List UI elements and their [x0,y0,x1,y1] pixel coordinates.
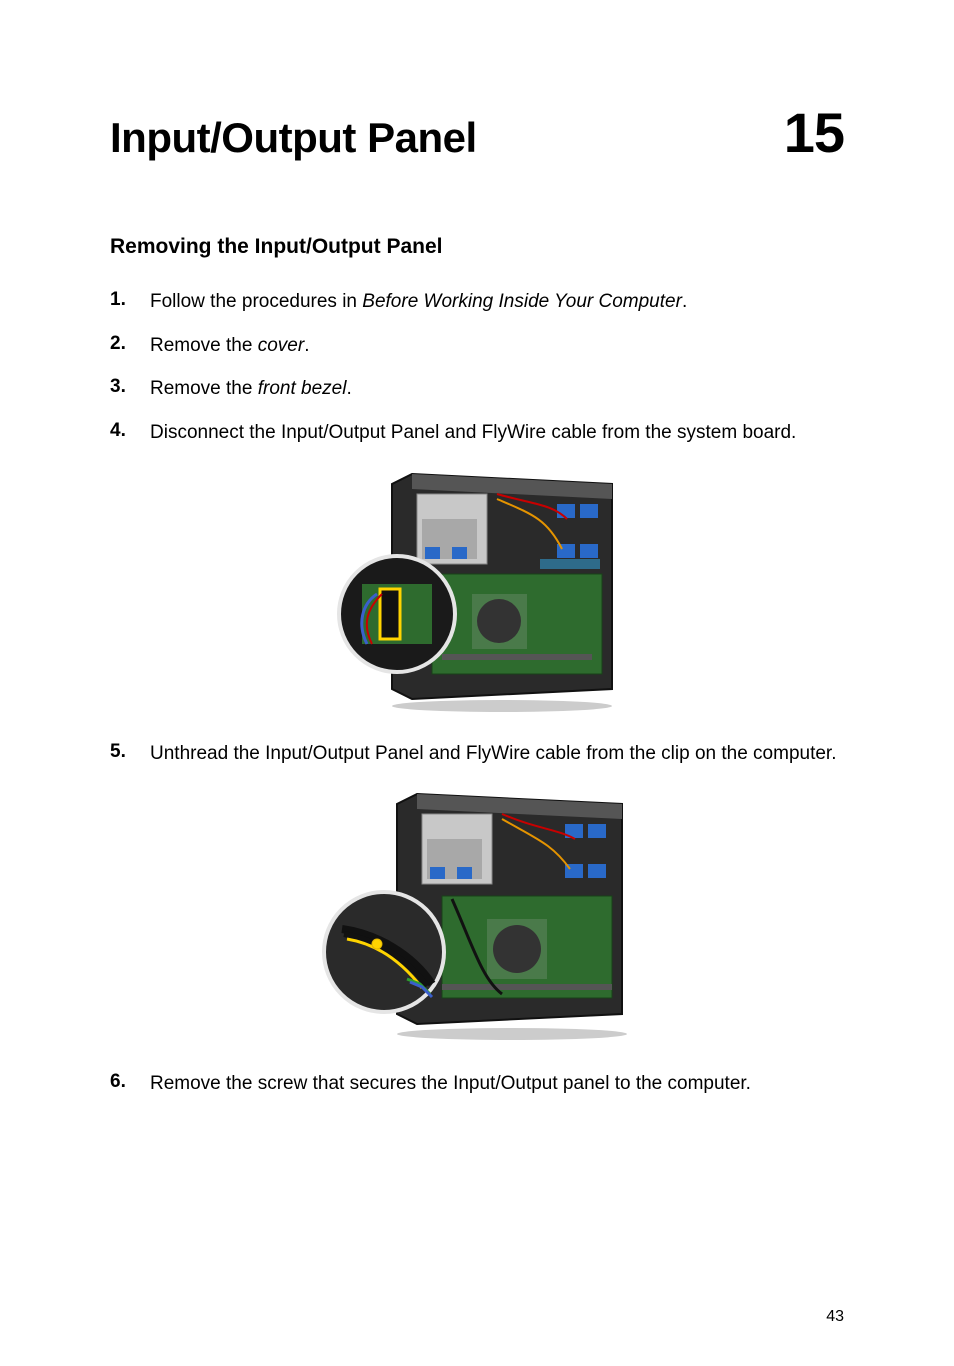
step-body: Disconnect the Input/Output Panel and Fl… [150,420,844,446]
step-suffix: . [682,291,687,312]
step-prefix: Follow the procedures in [150,291,362,312]
step-prefix: Remove the [150,335,258,356]
chapter-title: Input/Output Panel [110,114,477,162]
step-marker: 5. [110,741,150,767]
step-prefix: Remove the [150,378,258,399]
step-5: 5. Unthread the Input/Output Panel and F… [110,741,844,767]
step-body: Remove the cover. [150,333,844,359]
step-marker: 2. [110,333,150,359]
step-2: 2. Remove the cover. [110,333,844,359]
step-suffix: . [346,378,351,399]
step-marker: 6. [110,1071,150,1097]
step-suffix: . [304,335,309,356]
page-number: 43 [826,1308,844,1326]
step-em: front bezel [258,378,347,399]
step-em: Before Working Inside Your Computer [362,291,682,312]
step-6: 6. Remove the screw that secures the Inp… [110,1071,844,1097]
step-marker: 1. [110,289,150,315]
step-prefix: Disconnect the Input/Output Panel and Fl… [150,422,796,443]
step-body: Remove the screw that secures the Input/… [150,1071,844,1097]
chapter-number: 15 [784,100,844,165]
step-4: 4. Disconnect the Input/Output Panel and… [110,420,844,446]
step-body: Unthread the Input/Output Panel and FlyW… [150,741,844,767]
step-3: 3. Remove the front bezel. [110,376,844,402]
computer-internals-illustration [332,464,622,714]
section-heading: Removing the Input/Output Panel [110,235,844,259]
computer-internals-illustration [322,784,632,1044]
figure-step-5 [110,784,844,1049]
step-body: Remove the front bezel. [150,376,844,402]
step-prefix: Unthread the Input/Output Panel and FlyW… [150,743,837,764]
chapter-header: Input/Output Panel 15 [110,100,844,165]
step-em: cover [258,335,304,356]
step-prefix: Remove the screw that secures the Input/… [150,1073,751,1094]
step-body: Follow the procedures in Before Working … [150,289,844,315]
step-marker: 3. [110,376,150,402]
figure-step-4 [110,464,844,719]
step-1: 1. Follow the procedures in Before Worki… [110,289,844,315]
step-marker: 4. [110,420,150,446]
